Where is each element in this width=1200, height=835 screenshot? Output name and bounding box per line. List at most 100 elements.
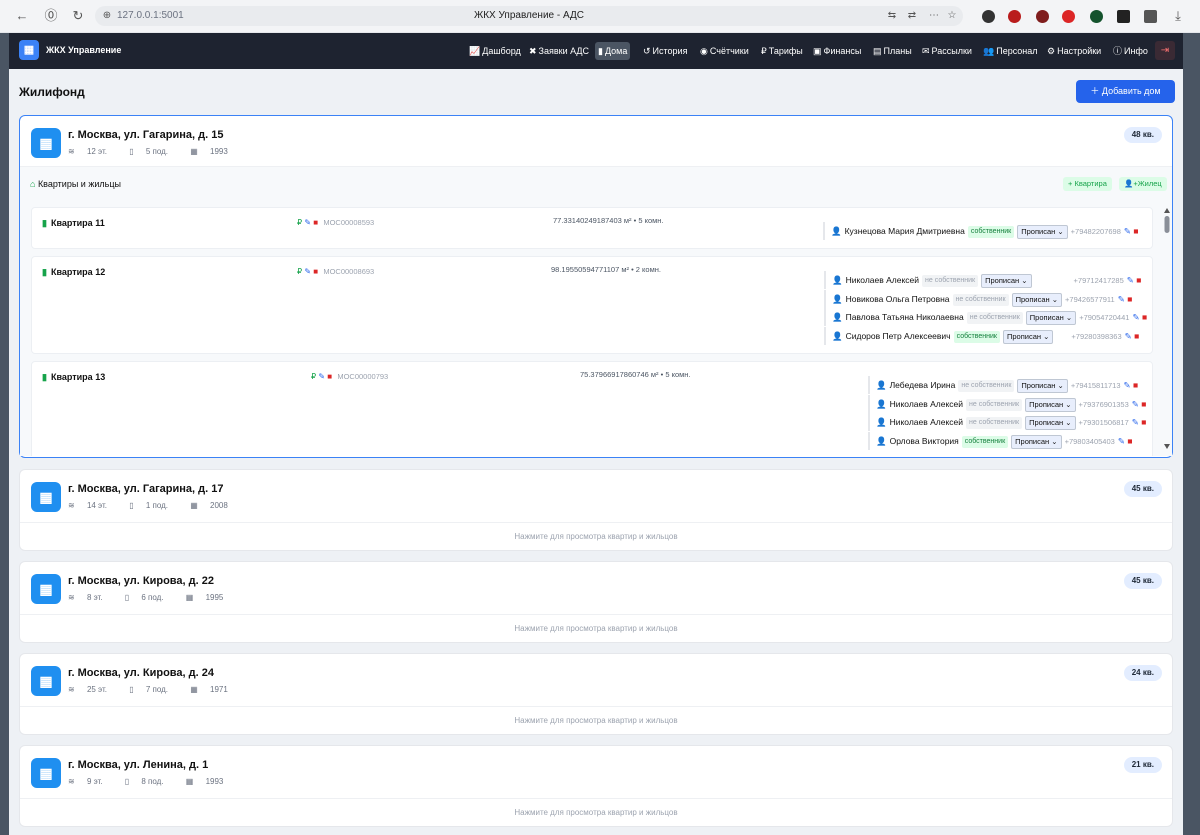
share-icon[interactable]: ⇄ xyxy=(905,9,919,23)
edit-icon[interactable]: ✎ xyxy=(304,267,311,276)
scroll-up-icon[interactable] xyxy=(1164,208,1170,213)
extensions-puzzle-icon[interactable] xyxy=(1144,10,1157,23)
trash-icon[interactable]: ■ xyxy=(327,372,332,381)
trash-icon[interactable]: ■ xyxy=(1134,331,1139,341)
reload-icon[interactable]: ↻ xyxy=(71,9,85,23)
phone: +79054720441 xyxy=(1079,313,1130,322)
scroll-thumb[interactable] xyxy=(1164,216,1170,233)
trash-icon[interactable]: ■ xyxy=(1141,399,1146,409)
download-icon[interactable]: ⤓ xyxy=(1171,9,1185,23)
back-icon[interactable]: ← xyxy=(15,9,29,23)
registration-select[interactable]: Прописан ⌄ xyxy=(1025,310,1077,325)
edit-icon[interactable]: ✎ xyxy=(1125,331,1132,341)
person-icon: 👤 xyxy=(832,312,843,322)
trash-icon[interactable]: ■ xyxy=(1136,275,1141,285)
top-navbar: ▦ ЖКХ Управление 📈 Дашборд ✖ Заявки АДС ▮ Д… xyxy=(9,33,1183,69)
extension-openai-icon[interactable] xyxy=(982,10,995,23)
house-card[interactable]: ▦ г. Москва, ул. Ленина, д. 1 ≋ 9 эт. ▯ … xyxy=(19,745,1173,827)
extension-green-icon[interactable] xyxy=(1090,10,1103,23)
nav-settings[interactable]: ⚙ Настройки xyxy=(1044,42,1104,60)
extension-x-icon[interactable] xyxy=(1117,10,1130,23)
logout-icon[interactable]: ⇥ xyxy=(1155,41,1175,60)
registration-select[interactable]: Прописан ⌄ xyxy=(1017,224,1068,239)
trash-icon[interactable]: ■ xyxy=(1133,380,1138,390)
edit-icon[interactable]: ✎ xyxy=(1132,312,1139,322)
edit-icon[interactable]: ✎ xyxy=(1118,436,1125,446)
extension-ublock-icon[interactable] xyxy=(1008,10,1021,23)
edit-icon[interactable]: ✎ xyxy=(1132,399,1139,409)
edit-icon[interactable]: ✎ xyxy=(1124,226,1131,236)
trash-icon[interactable]: ■ xyxy=(1142,312,1147,322)
flats-scrollbar[interactable] xyxy=(1163,204,1171,454)
phone: +79301506817 xyxy=(1078,418,1129,427)
phone: +79482207698 xyxy=(1070,227,1121,236)
person-icon: 👤 xyxy=(876,399,887,409)
edit-icon[interactable]: ✎ xyxy=(1124,380,1131,390)
registration-select[interactable]: Прописан ⌄ xyxy=(1017,378,1068,393)
expand-hint[interactable]: Нажмите для просмотра квартир и жильцов xyxy=(20,522,1172,550)
edit-icon[interactable]: ✎ xyxy=(1127,275,1134,285)
house-card[interactable]: ▦ г. Москва, ул. Кирова, д. 24 ≋ 25 эт. … xyxy=(19,653,1173,735)
registration-select[interactable]: Прописан ⌄ xyxy=(1025,397,1076,412)
registration-select[interactable]: Прописан ⌄ xyxy=(1011,434,1062,449)
expand-hint[interactable]: Нажмите для просмотра квартир и жильцов xyxy=(20,798,1172,826)
trash-icon[interactable]: ■ xyxy=(313,267,318,276)
reader-icon[interactable]: ⓪ xyxy=(44,9,58,23)
add-resident-button[interactable]: 👤+Жилец xyxy=(1119,177,1167,191)
floors-info: ≋ 8 эт. xyxy=(68,593,103,602)
extension-shield-icon[interactable] xyxy=(1036,10,1049,23)
nav-staff[interactable]: 👥 Персонал xyxy=(980,42,1041,60)
translate-icon[interactable]: ⇆ xyxy=(885,9,899,23)
house-card[interactable]: ▦ г. Москва, ул. Гагарина, д. 17 ≋ 14 эт… xyxy=(19,469,1173,551)
phone: +79712417285 xyxy=(1073,276,1124,285)
menu-dots-icon[interactable]: ⋯ xyxy=(927,9,941,23)
house-card[interactable]: ▦ г. Москва, ул. Гагарина, д. 15 ≋ 12 эт… xyxy=(19,115,1173,458)
nav-mailings[interactable]: ✉ Рассылки xyxy=(919,42,975,60)
flats-section-header: ⌂ Квартиры и жильцы + Квартира 👤+Жилец xyxy=(20,166,1172,204)
nav-meters[interactable]: ◉ Счётчики xyxy=(697,42,752,60)
entrances-info: ▯ 7 под. xyxy=(129,685,168,694)
extension-abp-icon[interactable] xyxy=(1062,10,1075,23)
address-bar[interactable]: ⊕ 127.0.0.1:5001 ЖКХ Управление - АДС ⇆ … xyxy=(95,6,963,26)
trash-icon[interactable]: ■ xyxy=(1141,417,1146,427)
apartment-info: 77.33140249187403 м² • 5 комн. xyxy=(553,216,664,225)
nav-dashboard[interactable]: 📈 Дашборд xyxy=(466,42,524,60)
nav-tariffs[interactable]: ₽ Тарифы xyxy=(758,42,806,60)
ruble-icon[interactable]: ₽ xyxy=(311,372,316,381)
expand-hint[interactable]: Нажмите для просмотра квартир и жильцов xyxy=(20,706,1172,734)
nav-requests[interactable]: ✖ Заявки АДС xyxy=(526,42,592,60)
trash-icon[interactable]: ■ xyxy=(313,218,318,227)
nav-plans[interactable]: ▤ Планы xyxy=(870,42,915,60)
nav-finance[interactable]: ▣ Финансы xyxy=(810,42,864,60)
edit-icon[interactable]: ✎ xyxy=(304,218,311,227)
registration-select[interactable]: Прописан ⌄ xyxy=(1011,292,1063,307)
add-house-button[interactable]: ＋ Добавить дом xyxy=(1076,80,1175,103)
registration-select[interactable]: Прописан ⌄ xyxy=(1002,329,1054,344)
trash-icon[interactable]: ■ xyxy=(1127,294,1132,304)
registration-select[interactable]: Прописан ⌄ xyxy=(981,273,1032,288)
nav-history[interactable]: ↺ История xyxy=(640,42,690,60)
calendar-icon: ▦ xyxy=(185,777,196,786)
person-icon: 👤 xyxy=(876,380,887,390)
account-code: МОС00000793 xyxy=(337,372,389,381)
phone: +79415811713 xyxy=(1070,381,1121,390)
ruble-icon[interactable]: ₽ xyxy=(297,267,302,276)
edit-icon[interactable]: ✎ xyxy=(1118,294,1125,304)
scroll-down-icon[interactable] xyxy=(1164,444,1170,449)
add-flat-button[interactable]: + Квартира xyxy=(1063,177,1112,191)
door-icon: ▯ xyxy=(124,777,132,786)
trash-icon[interactable]: ■ xyxy=(1127,436,1132,446)
bookmark-icon[interactable]: ☆ xyxy=(945,9,959,23)
phone: +79280398363 xyxy=(1071,332,1122,341)
resident-row: 👤 Николаев Алексей не собственник Прописан … xyxy=(824,271,1141,289)
nav-houses[interactable]: ▮ Дома xyxy=(595,42,631,60)
ruble-icon[interactable]: ₽ xyxy=(297,218,302,227)
registration-select[interactable]: Прописан ⌄ xyxy=(1025,415,1076,430)
nav-info[interactable]: ⓘ Инфо xyxy=(1110,42,1151,60)
edit-icon[interactable]: ✎ xyxy=(318,372,325,381)
trash-icon[interactable]: ■ xyxy=(1133,226,1138,236)
ruble-icon: ₽ xyxy=(761,46,767,56)
house-card[interactable]: ▦ г. Москва, ул. Кирова, д. 22 ≋ 8 эт. ▯… xyxy=(19,561,1173,643)
edit-icon[interactable]: ✎ xyxy=(1132,417,1139,427)
expand-hint[interactable]: Нажмите для просмотра квартир и жильцов xyxy=(20,614,1172,642)
